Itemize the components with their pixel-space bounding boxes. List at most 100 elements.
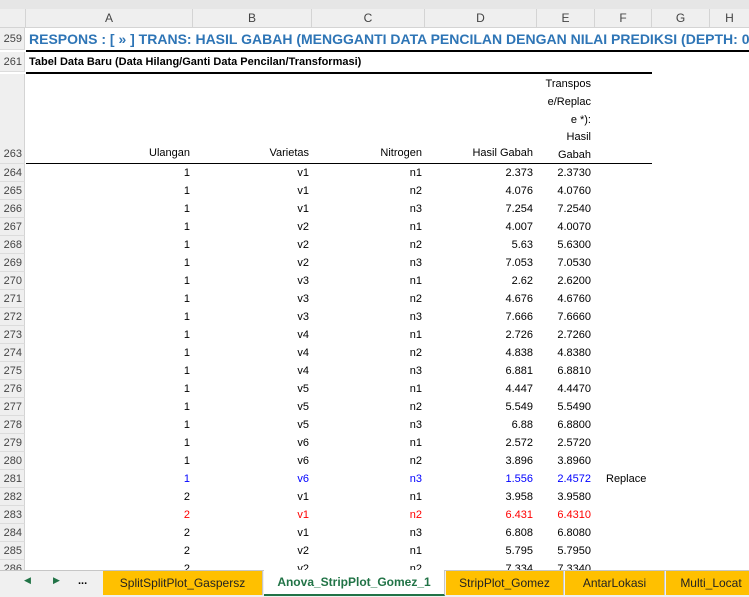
- row-header[interactable]: 267: [0, 218, 25, 236]
- cell-trans-hasil: 7.6660: [557, 311, 591, 323]
- row-header[interactable]: 264: [0, 164, 25, 182]
- cell-varietas: v1: [297, 185, 309, 197]
- cell-varietas: v4: [297, 329, 309, 341]
- cell-varietas: v4: [297, 347, 309, 359]
- cell-hasil-gabah: 1.556: [505, 473, 533, 485]
- col-header-e[interactable]: E: [537, 9, 595, 27]
- cell-ulangan: 1: [183, 473, 190, 485]
- cell-ulangan: 1: [183, 401, 190, 413]
- sheet-tab[interactable]: Multi_Locat: [666, 571, 749, 595]
- formula-bar-area: [0, 0, 749, 9]
- header-varietas: Varietas: [269, 147, 309, 159]
- header-line: e/Replac: [547, 95, 591, 108]
- cell-hasil-gabah: 6.881: [505, 365, 533, 377]
- cell-hasil-gabah: 6.808: [505, 527, 533, 539]
- cell-trans-hasil: 6.8080: [557, 527, 591, 539]
- cell-hasil-gabah: 6.431: [505, 509, 533, 521]
- next-sheet-icon[interactable]: ▶: [53, 575, 60, 586]
- cell-trans-hasil: 2.3730: [557, 167, 591, 179]
- cell-varietas: v6: [297, 473, 309, 485]
- col-header-d[interactable]: D: [425, 9, 537, 27]
- cell-nitrogen: n1: [409, 275, 422, 287]
- cell-nitrogen: n1: [409, 383, 422, 395]
- cell-trans-hasil: 7.2540: [557, 203, 591, 215]
- cell-ulangan: 2: [183, 527, 190, 539]
- cell-nitrogen: n1: [409, 437, 422, 449]
- cell-ulangan: 1: [183, 275, 190, 287]
- sheet-tab[interactable]: SplitSplitPlot_Gaspersz: [103, 571, 263, 595]
- cell-nitrogen: n2: [409, 347, 422, 359]
- cell-nitrogen: n3: [409, 203, 422, 215]
- row-header[interactable]: 272: [0, 308, 25, 326]
- cell-nitrogen: n3: [409, 257, 422, 269]
- cell-hasil-gabah: 7.254: [505, 203, 533, 215]
- sheet-tab[interactable]: AntarLokasi: [565, 571, 665, 595]
- cell-ulangan: 1: [183, 221, 190, 233]
- row-header[interactable]: 266: [0, 200, 25, 218]
- row-header[interactable]: 276: [0, 380, 25, 398]
- cell-trans-hasil: 4.0760: [557, 185, 591, 197]
- more-sheets-button[interactable]: ...: [78, 575, 87, 587]
- cell-ulangan: 1: [183, 257, 190, 269]
- cell-hasil-gabah: 3.958: [505, 491, 533, 503]
- cell-varietas: v2: [297, 221, 309, 233]
- cell-nitrogen: n2: [409, 239, 422, 251]
- cell-nitrogen: n3: [409, 419, 422, 431]
- col-header-h[interactable]: H: [710, 9, 749, 27]
- sheet-tab-bar: ◀ ▶ ... SplitSplitPlot_Gaspersz Anova_St…: [0, 570, 749, 597]
- row-header[interactable]: 274: [0, 344, 25, 362]
- row-header[interactable]: 259: [0, 28, 25, 50]
- row-header[interactable]: 280: [0, 452, 25, 470]
- cell-nitrogen: n1: [409, 221, 422, 233]
- row-header[interactable]: 261: [0, 52, 25, 72]
- row-header[interactable]: 285: [0, 542, 25, 560]
- row-header[interactable]: 284: [0, 524, 25, 542]
- header-nitrogen: Nitrogen: [380, 147, 422, 159]
- cell-varietas: v6: [297, 437, 309, 449]
- cell-hasil-gabah: 4.076: [505, 185, 533, 197]
- row-header[interactable]: 263: [0, 74, 25, 164]
- row-header[interactable]: 283: [0, 506, 25, 524]
- col-header-b[interactable]: B: [193, 9, 312, 27]
- sheet-tab-active[interactable]: Anova_StripPlot_Gomez_1: [264, 570, 445, 596]
- cell-nitrogen: n1: [409, 167, 422, 179]
- divider: [26, 72, 652, 74]
- row-header[interactable]: 270: [0, 272, 25, 290]
- select-all-corner[interactable]: [0, 9, 26, 27]
- header-hasil-gabah: Hasil Gabah: [472, 147, 533, 159]
- cell-nitrogen: n1: [409, 491, 422, 503]
- row-header[interactable]: 269: [0, 254, 25, 272]
- cell-hasil-gabah: 2.62: [511, 275, 533, 287]
- row-header[interactable]: 277: [0, 398, 25, 416]
- row-header[interactable]: 271: [0, 290, 25, 308]
- row-header[interactable]: 279: [0, 434, 25, 452]
- section-title: RESPONS : [ » ] TRANS: HASIL GABAH (MENG…: [29, 31, 749, 47]
- cell-hasil-gabah: 5.63: [511, 239, 533, 251]
- sheet-tab[interactable]: StripPlot_Gomez: [446, 571, 564, 595]
- cell-trans-hasil: 5.5490: [557, 401, 591, 413]
- cell-trans-hasil: 2.5720: [557, 437, 591, 449]
- cell-varietas: v1: [297, 491, 309, 503]
- cell-varietas: v1: [297, 527, 309, 539]
- cell-hasil-gabah: 7.053: [505, 257, 533, 269]
- cell-varietas: v5: [297, 383, 309, 395]
- col-header-f[interactable]: F: [595, 9, 652, 27]
- col-header-c[interactable]: C: [312, 9, 425, 27]
- col-header-a[interactable]: A: [26, 9, 193, 27]
- row-header[interactable]: 273: [0, 326, 25, 344]
- header-trans-hasil-gabah: Transpos e/Replac e *): Hasil Gabah: [537, 76, 591, 165]
- cell-varietas: v1: [297, 203, 309, 215]
- row-header[interactable]: 275: [0, 362, 25, 380]
- cell-nitrogen: n2: [409, 455, 422, 467]
- prev-sheet-icon[interactable]: ◀: [24, 575, 31, 586]
- cell-nitrogen: n2: [409, 185, 422, 197]
- row-header[interactable]: 282: [0, 488, 25, 506]
- row-header[interactable]: 268: [0, 236, 25, 254]
- header-line: Hasil: [566, 131, 591, 144]
- cell-varietas: v6: [297, 455, 309, 467]
- row-header[interactable]: 265: [0, 182, 25, 200]
- col-header-g[interactable]: G: [652, 9, 710, 27]
- cell-ulangan: 1: [183, 311, 190, 323]
- row-header[interactable]: 278: [0, 416, 25, 434]
- row-header[interactable]: 281: [0, 470, 25, 488]
